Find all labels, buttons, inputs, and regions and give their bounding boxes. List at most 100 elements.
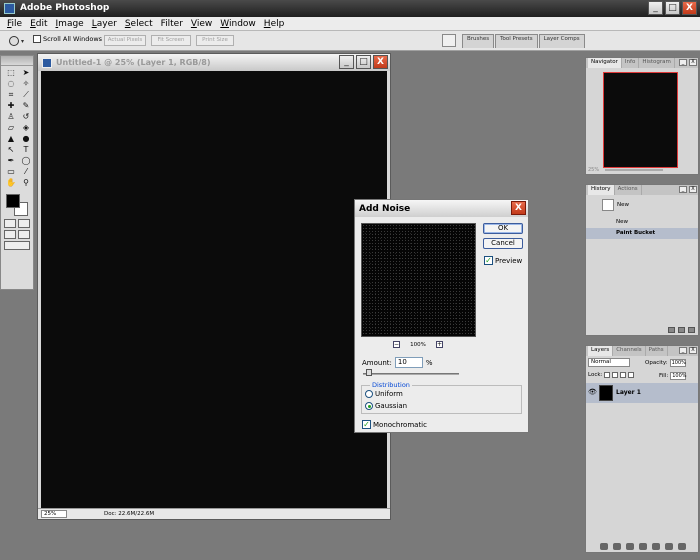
hand-tool-icon[interactable] [8, 35, 26, 47]
crop-tool-icon[interactable]: ⌗ [4, 90, 18, 100]
well-tab-tool-presets[interactable]: Tool Presets [495, 34, 538, 48]
tab-histogram[interactable]: Histogram [639, 58, 675, 68]
scroll-all-windows-checkbox[interactable] [33, 35, 41, 43]
lock-all-icon[interactable] [628, 372, 635, 378]
pen-tool-icon[interactable]: ✒ [4, 156, 18, 166]
monochromatic-option[interactable]: ✓ Monochromatic [362, 420, 427, 429]
menu-window[interactable]: Window [216, 19, 260, 29]
amount-slider-track[interactable] [363, 373, 459, 375]
clone-stamp-tool-icon[interactable]: ♙ [4, 112, 18, 122]
fit-screen-button[interactable]: Fit Screen [151, 35, 191, 46]
document-size-info[interactable]: Doc: 22.6M/22.6M [104, 509, 154, 519]
visibility-eye-icon[interactable]: 👁 [588, 388, 597, 396]
ok-button[interactable]: OK [483, 223, 523, 234]
hand-tool-icon[interactable]: ✋ [4, 178, 18, 188]
snapshot-label[interactable]: New [617, 202, 629, 208]
actual-pixels-button[interactable]: Actual Pixels [104, 35, 146, 46]
slice-tool-icon[interactable]: ⟋ [19, 90, 33, 100]
zoom-tool-icon[interactable]: ⚲ [19, 178, 33, 188]
paint-bucket-tool-icon[interactable]: ◈ [19, 123, 33, 133]
menu-image[interactable]: Image [52, 19, 88, 29]
navigator-close-button[interactable]: X [689, 59, 697, 66]
preview-checkbox[interactable]: ✓ [484, 256, 493, 265]
file-browser-icon[interactable] [442, 34, 456, 47]
document-zoom-field[interactable]: 25% [41, 510, 67, 518]
layer-row[interactable]: 👁 Layer 1 [586, 383, 698, 403]
menu-layer[interactable]: Layer [88, 19, 121, 29]
link-layers-icon[interactable] [600, 543, 608, 550]
opacity-input[interactable]: 100% [669, 359, 686, 367]
tab-history[interactable]: History [588, 185, 615, 195]
document-minimize-button[interactable]: _ [339, 55, 354, 69]
menu-view[interactable]: View [187, 19, 216, 29]
adjustment-layer-icon[interactable] [652, 543, 660, 550]
type-tool-icon[interactable]: T [19, 145, 33, 155]
well-tab-layer-comps[interactable]: Layer Comps [538, 34, 585, 48]
delete-layer-icon[interactable] [678, 543, 686, 550]
new-document-from-state-icon[interactable] [668, 327, 675, 333]
scroll-all-windows-option[interactable]: Scroll All Windows [33, 35, 102, 43]
close-button[interactable]: X [682, 1, 697, 15]
history-step[interactable]: Paint Bucket [586, 228, 698, 239]
navigator-zoom-slider[interactable] [605, 168, 664, 171]
maximize-button[interactable]: □ [665, 1, 680, 15]
marquee-tool-icon[interactable]: ⬚ [4, 68, 18, 78]
menu-help[interactable]: Help [260, 19, 289, 29]
document-title-bar[interactable]: Untitled-1 @ 25% (Layer 1, RGB/8) _ □ X [38, 54, 390, 71]
gaussian-option[interactable]: Gaussian [365, 402, 407, 410]
amount-input[interactable]: 10 [394, 357, 423, 368]
layers-close-button[interactable]: X [689, 347, 697, 354]
minimize-button[interactable]: _ [648, 1, 663, 15]
canvas[interactable] [41, 71, 387, 508]
quick-mask-mode-icon[interactable] [18, 219, 30, 228]
layer-mask-icon[interactable] [626, 543, 634, 550]
menu-file[interactable]: File [3, 19, 26, 29]
move-tool-icon[interactable]: ➤ [19, 68, 33, 78]
cancel-button[interactable]: Cancel [483, 238, 523, 249]
standard-mode-icon[interactable] [4, 219, 16, 228]
dialog-close-button[interactable]: X [511, 201, 526, 215]
snapshot-thumbnail[interactable] [602, 199, 614, 211]
tab-navigator[interactable]: Navigator [588, 58, 622, 68]
menu-select[interactable]: Select [121, 19, 157, 29]
history-minimize-button[interactable]: _ [679, 186, 687, 193]
navigator-thumbnail[interactable] [603, 72, 678, 168]
zoom-in-button[interactable]: + [435, 341, 443, 348]
healing-brush-tool-icon[interactable]: ✚ [4, 101, 18, 111]
fill-input[interactable]: 100% [670, 372, 687, 380]
history-step[interactable]: New [586, 217, 698, 228]
monochromatic-checkbox[interactable]: ✓ [362, 420, 371, 429]
history-brush-tool-icon[interactable]: ↺ [19, 112, 33, 122]
foreground-color-swatch[interactable] [6, 194, 20, 208]
history-close-button[interactable]: X [689, 186, 697, 193]
blend-mode-select[interactable]: Normal [588, 358, 630, 367]
tab-layers[interactable]: Layers [588, 346, 614, 356]
path-selection-tool-icon[interactable]: ↖ [4, 145, 18, 155]
tab-paths[interactable]: Paths [646, 346, 668, 356]
gaussian-radio[interactable] [365, 402, 373, 410]
uniform-radio[interactable] [365, 390, 373, 398]
dialog-title-bar[interactable]: Add Noise X [355, 200, 528, 217]
uniform-option[interactable]: Uniform [365, 390, 403, 398]
new-snapshot-icon[interactable] [678, 327, 685, 333]
lasso-tool-icon[interactable]: ◌ [4, 79, 18, 89]
navigator-minimize-button[interactable]: _ [679, 59, 687, 66]
magic-wand-tool-icon[interactable]: ✧ [19, 79, 33, 89]
zoom-out-button[interactable]: − [393, 341, 400, 348]
toolbox-header[interactable] [1, 56, 33, 66]
lock-transparency-icon[interactable] [604, 372, 611, 378]
layer-style-icon[interactable] [613, 543, 621, 550]
new-group-icon[interactable] [639, 543, 647, 550]
print-size-button[interactable]: Print Size [196, 35, 234, 46]
eraser-tool-icon[interactable]: ▱ [4, 123, 18, 133]
preview-option[interactable]: ✓ Preview [484, 256, 522, 265]
full-screen-menu-mode-icon[interactable] [18, 230, 30, 239]
standard-screen-mode-icon[interactable] [4, 230, 16, 239]
noise-preview[interactable] [361, 223, 476, 337]
navigator-zoom-value[interactable]: 25% [588, 167, 599, 173]
layers-minimize-button[interactable]: _ [679, 347, 687, 354]
new-layer-icon[interactable] [665, 543, 673, 550]
dodge-tool-icon[interactable]: ● [19, 134, 33, 144]
brush-tool-icon[interactable]: ✎ [19, 101, 33, 111]
document-maximize-button[interactable]: □ [356, 55, 371, 69]
